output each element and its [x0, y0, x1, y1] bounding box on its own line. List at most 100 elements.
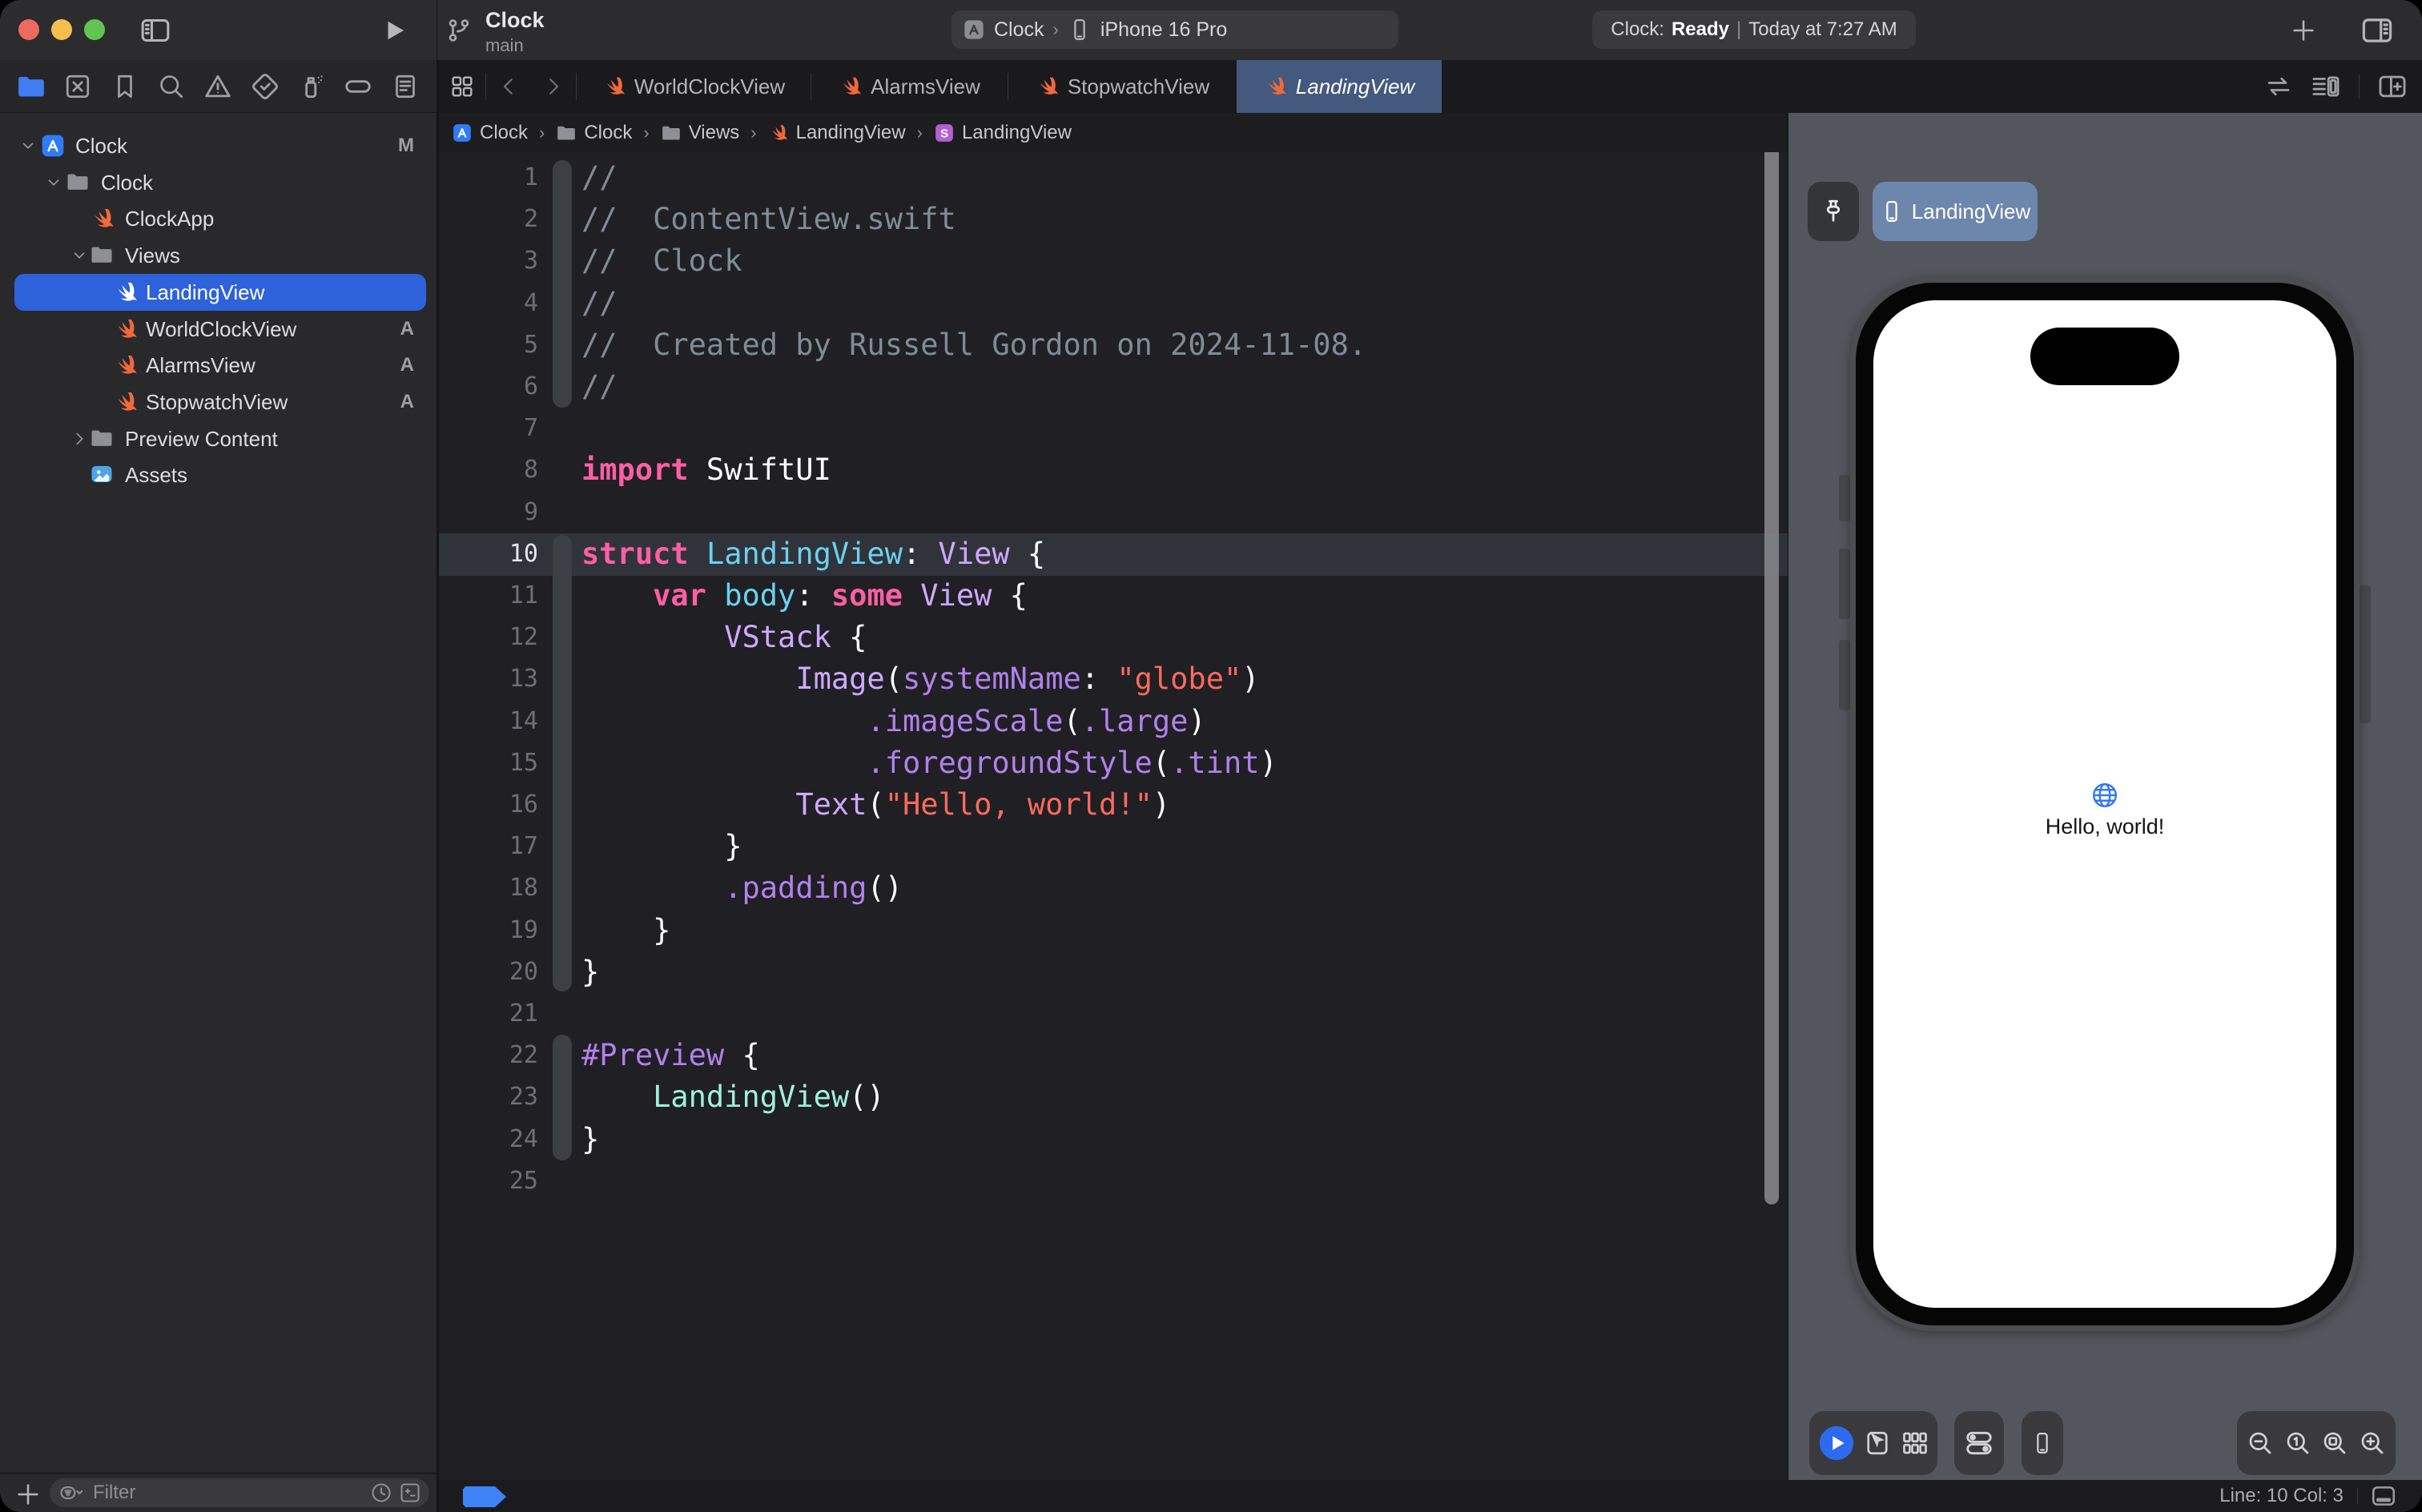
toggle-inspector-icon[interactable]	[2358, 14, 2396, 46]
code-review-icon[interactable]	[2264, 72, 2293, 101]
sidebar-item-alarmsview[interactable]: AlarmsView A	[0, 347, 437, 384]
line-number[interactable]: 16	[439, 784, 538, 826]
line-number[interactable]: 9	[439, 492, 538, 533]
navigator-tab-find-icon[interactable]	[155, 70, 187, 103]
navigator-tab-debug-gauge-icon[interactable]	[296, 70, 328, 103]
minimize-window-button[interactable]	[51, 19, 72, 40]
editor-tab-landingview[interactable]: LandingView	[1237, 60, 1442, 113]
sidebar-item-clock[interactable]: Clock M	[0, 127, 437, 164]
sidebar-item-worldclockview[interactable]: WorldClockView A	[0, 311, 437, 348]
line-number[interactable]: 14	[439, 701, 538, 742]
selectable-mode-button[interactable]	[1863, 1429, 1892, 1458]
line-number[interactable]: 6	[439, 366, 538, 408]
line-number[interactable]: 22	[439, 1035, 538, 1076]
go-forward-button[interactable]	[531, 60, 576, 113]
adjust-editor-options-icon[interactable]	[2311, 71, 2341, 102]
navigator-tab-bookmarks-icon[interactable]	[109, 70, 141, 103]
line-number[interactable]: 10	[439, 533, 538, 575]
source-editor[interactable]: 1 2 3 4 5 6 7 8 9 10 11 12 13 14 15 16 17 18 19 20 21 22 23 24 2…	[439, 152, 1788, 1480]
sidebar-item-assets[interactable]: Assets	[0, 456, 437, 493]
related-items-icon[interactable]	[439, 60, 485, 113]
sidebar-item-preview-content[interactable]: Preview Content	[0, 420, 437, 457]
breadcrumb-item-clock[interactable]: Clock	[452, 122, 528, 144]
line-number[interactable]: 7	[439, 408, 538, 449]
editor-tab-alarmsview[interactable]: AlarmsView	[811, 60, 1008, 113]
line-column-indicator[interactable]: Line: 10 Col: 3	[2219, 1485, 2344, 1507]
zoom-window-button[interactable]	[84, 19, 105, 40]
line-number[interactable]: 11	[439, 575, 538, 617]
toggle-navigator-icon[interactable]	[138, 14, 173, 46]
navigator-tab-breakpoints-icon[interactable]	[342, 70, 374, 103]
line-number[interactable]: 8	[439, 449, 538, 491]
breadcrumb-item-clock[interactable]: Clock	[556, 122, 632, 144]
scheme-selector[interactable]: Clock › iPhone 16 Pro	[952, 10, 1398, 49]
sidebar-item-views[interactable]: Views	[0, 237, 437, 274]
disclosure-right-icon[interactable]	[70, 430, 88, 448]
editor-scrollbar[interactable]	[1764, 152, 1779, 1204]
add-editor-icon[interactable]	[2377, 71, 2408, 102]
line-number[interactable]: 24	[439, 1119, 538, 1160]
preview-device-button[interactable]	[2022, 1411, 2063, 1475]
line-number[interactable]: 12	[439, 617, 538, 658]
filter-field[interactable]: Filter	[50, 1478, 429, 1507]
new-tab-button[interactable]	[2287, 14, 2319, 46]
navigator-split-divider[interactable]	[437, 60, 439, 1512]
line-number[interactable]: 2	[439, 199, 538, 240]
line-number[interactable]: 4	[439, 283, 538, 324]
source-control-status-icon[interactable]	[399, 1482, 421, 1504]
navigator-tab-project-navigator-icon[interactable]	[15, 70, 47, 103]
navigator-tab-issues-icon[interactable]	[202, 70, 234, 103]
scheme-device-label[interactable]: iPhone 16 Pro	[1100, 18, 1227, 42]
sidebar-item-stopwatchview[interactable]: StopwatchView A	[0, 384, 437, 420]
preview-screen[interactable]: Hello, world!	[1873, 300, 2336, 1308]
breadcrumb-item-landingview[interactable]: S LandingView	[934, 122, 1072, 144]
preview-target-pill[interactable]: LandingView	[1873, 182, 2038, 241]
editor-tab-stopwatchview[interactable]: StopwatchView	[1008, 60, 1237, 113]
recent-files-icon[interactable]	[370, 1482, 392, 1504]
sidebar-item-clock[interactable]: Clock	[0, 164, 437, 201]
line-number[interactable]: 20	[439, 951, 538, 993]
toggle-debug-area-icon[interactable]	[2368, 1482, 2400, 1510]
disclosure-down-icon[interactable]	[70, 247, 88, 264]
variants-mode-button[interactable]	[1901, 1429, 1929, 1458]
editor-tab-worldclockview[interactable]: WorldClockView	[577, 60, 811, 113]
line-number[interactable]: 21	[439, 993, 538, 1035]
zoom-in-button[interactable]	[2358, 1429, 2387, 1458]
zoom-to-fit-button[interactable]	[2320, 1429, 2349, 1458]
sidebar-item-clockapp[interactable]: ClockApp	[0, 200, 437, 237]
activity-status[interactable]: Clock: Ready | Today at 7:27 AM	[1592, 10, 1916, 49]
disclosure-down-icon[interactable]	[45, 174, 62, 191]
line-number[interactable]: 15	[439, 742, 538, 784]
line-number[interactable]: 18	[439, 867, 538, 909]
fold-ribbon-capsule[interactable]	[553, 160, 572, 408]
fold-ribbon-capsule[interactable]	[553, 1035, 572, 1160]
line-number[interactable]: 1	[439, 157, 538, 199]
line-number[interactable]: 13	[439, 658, 538, 700]
live-preview-button[interactable]	[1818, 1425, 1855, 1462]
breakpoints-toggle[interactable]	[463, 1486, 506, 1507]
line-number[interactable]: 25	[439, 1160, 538, 1202]
run-button[interactable]	[378, 14, 410, 46]
device-settings-button[interactable]	[1954, 1411, 2004, 1475]
scheme-target-label[interactable]: Clock	[994, 18, 1044, 42]
line-number[interactable]: 3	[439, 240, 538, 282]
close-window-button[interactable]	[18, 19, 39, 40]
navigator-tab-source-control-icon[interactable]	[62, 70, 94, 103]
line-number[interactable]: 5	[439, 324, 538, 366]
pin-preview-button[interactable]	[1808, 182, 1859, 241]
breadcrumb-item-views[interactable]: Views	[661, 122, 739, 144]
disclosure-down-icon[interactable]	[19, 137, 37, 155]
line-number[interactable]: 23	[439, 1076, 538, 1118]
sidebar-item-landingview[interactable]: LandingView	[0, 273, 437, 311]
fold-ribbon-capsule[interactable]	[553, 535, 572, 991]
add-item-button[interactable]	[14, 1481, 42, 1508]
filter-funnel-icon[interactable]	[59, 1481, 83, 1505]
navigator-tab-tests-icon[interactable]	[249, 70, 281, 103]
breadcrumb-item-landingview[interactable]: LandingView	[768, 122, 906, 144]
line-number[interactable]: 19	[439, 910, 538, 951]
go-back-button[interactable]	[486, 60, 531, 113]
navigator-tab-reports-icon[interactable]	[389, 70, 421, 103]
zoom-actual-size-button[interactable]	[2283, 1429, 2312, 1458]
zoom-out-button[interactable]	[2246, 1429, 2275, 1458]
line-number[interactable]: 17	[439, 826, 538, 867]
